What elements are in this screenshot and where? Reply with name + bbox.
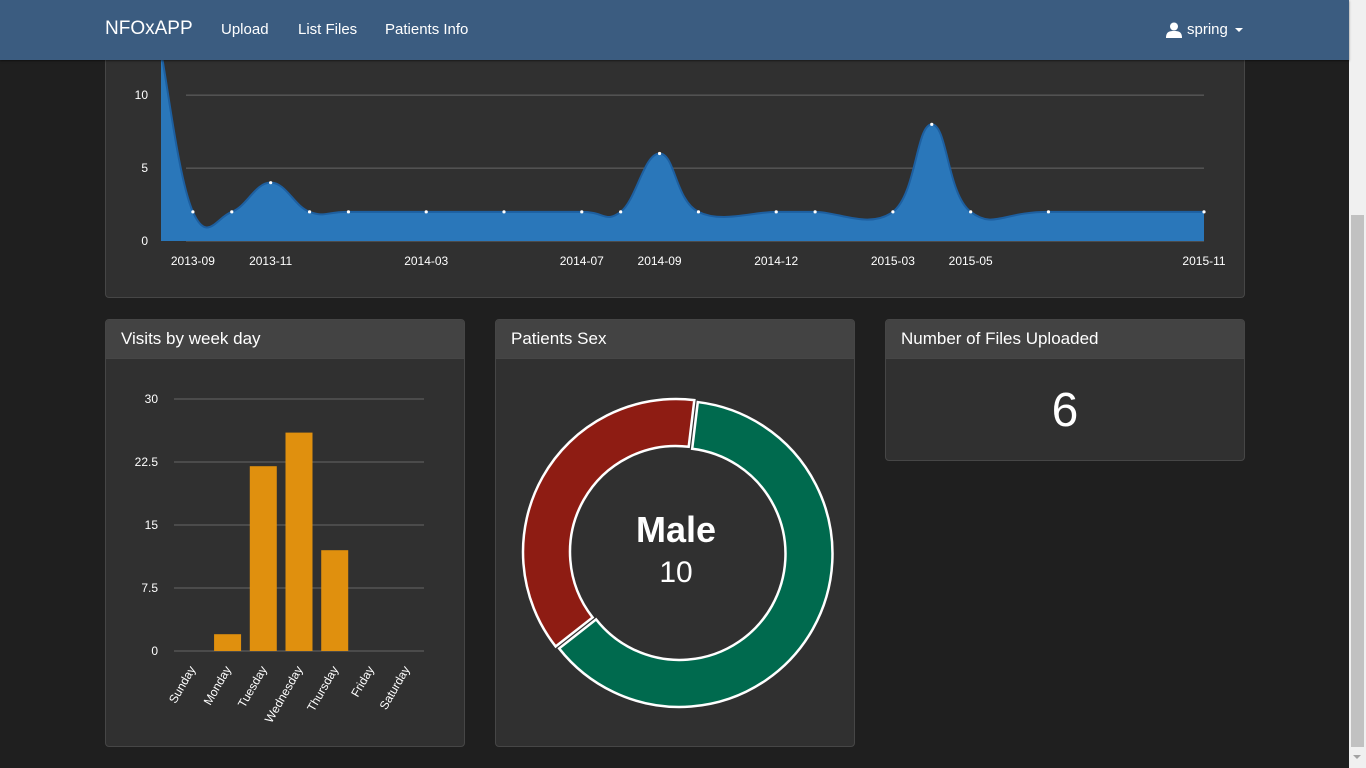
x-tick-label: 2013-09 xyxy=(171,254,215,268)
data-point xyxy=(346,210,351,214)
nav-list-files[interactable]: List Files xyxy=(298,21,357,38)
data-point xyxy=(619,210,623,214)
y-tick-label: 0 xyxy=(151,644,158,658)
x-tick-label: Friday xyxy=(348,664,377,700)
data-point xyxy=(191,210,195,214)
chevron-down-icon xyxy=(1234,27,1243,32)
x-tick-label: 2014-09 xyxy=(638,254,682,268)
panel-title: Patients Sex xyxy=(496,320,854,359)
brand-link[interactable]: NFOxAPP xyxy=(105,18,193,40)
data-point xyxy=(969,210,973,214)
data-point xyxy=(307,210,312,214)
files-count: 6 xyxy=(1051,384,1079,437)
top-navbar: NFOxAPP Upload List Files Patients Info … xyxy=(0,0,1349,60)
user-name: spring xyxy=(1187,21,1228,38)
user-menu[interactable]: spring xyxy=(1166,21,1243,38)
y-tick-label: 5 xyxy=(141,161,148,175)
weekday-bar-chart: 07.51522.530Sunday Monday TuesdayWednesday… xyxy=(135,392,424,725)
x-tick-label: Monday xyxy=(201,664,234,708)
patients-sex-panel: Patients Sex Male 10 xyxy=(495,319,855,747)
y-tick-label: 10 xyxy=(135,88,149,102)
x-tick-label: Saturday xyxy=(377,664,413,713)
user-icon xyxy=(1166,22,1182,38)
data-point xyxy=(502,210,506,214)
data-point xyxy=(696,210,701,214)
data-point xyxy=(1202,210,1206,214)
x-tick-label: 2015-05 xyxy=(949,254,993,268)
x-tick-label: 2015-11 xyxy=(1182,254,1225,268)
scroll-down-arrow-icon[interactable] xyxy=(1353,755,1361,759)
panel-title: Number of Files Uploaded xyxy=(886,320,1244,359)
y-tick-label: 22.5 xyxy=(135,455,159,469)
data-point xyxy=(1046,210,1051,214)
x-tick-label: Sunday xyxy=(166,664,198,706)
nav-upload[interactable]: Upload xyxy=(221,21,269,38)
page-scrollbar[interactable] xyxy=(1349,0,1366,768)
donut-center-label: Male xyxy=(636,509,716,550)
data-point xyxy=(269,181,273,185)
y-tick-label: 15 xyxy=(145,518,159,532)
data-point xyxy=(891,210,895,214)
x-tick-label: Thursday xyxy=(304,664,341,714)
data-point xyxy=(774,210,778,214)
data-point xyxy=(424,210,428,214)
x-tick-label: 2014-12 xyxy=(754,254,798,268)
bar xyxy=(214,634,242,651)
data-point xyxy=(930,122,934,126)
data-point xyxy=(813,210,817,214)
visits-area-chart: 0 5 10 2013-09 2013-11 2014-03 2014-07 2014-09 2… xyxy=(135,51,1226,268)
x-tick-label: 2013-11 xyxy=(249,254,292,268)
panel-title: Visits by week day xyxy=(106,320,464,359)
y-tick-label: 0 xyxy=(141,234,148,248)
bar xyxy=(285,432,313,651)
data-point xyxy=(580,210,584,214)
files-uploaded-panel: Number of Files Uploaded 6 xyxy=(885,319,1245,461)
bar xyxy=(249,466,277,651)
data-point xyxy=(657,151,662,156)
x-tick-label: 2014-03 xyxy=(404,254,448,268)
visits-by-weekday-panel: Visits by week day 0 7.5 15 22.5 30 Sunday Mon… xyxy=(105,319,465,747)
x-tick-label: Tuesday xyxy=(235,664,270,710)
bar xyxy=(321,550,349,651)
nav-patients-info[interactable]: Patients Info xyxy=(385,21,468,38)
sex-donut-chart: Male 10 xyxy=(521,397,834,709)
scrollbar-thumb[interactable] xyxy=(1351,215,1364,747)
x-tick-label: 2015-03 xyxy=(871,254,915,268)
x-tick-label: 2014-07 xyxy=(560,254,604,268)
data-point xyxy=(230,210,234,214)
y-tick-label: 30 xyxy=(145,392,159,406)
visits-timeline-panel: 0 5 10 2013-09 2013-11 2014-03 2014-07 2014-09 2… xyxy=(105,40,1245,298)
y-tick-label: 7.5 xyxy=(141,581,158,595)
donut-center-value: 10 xyxy=(659,556,692,589)
